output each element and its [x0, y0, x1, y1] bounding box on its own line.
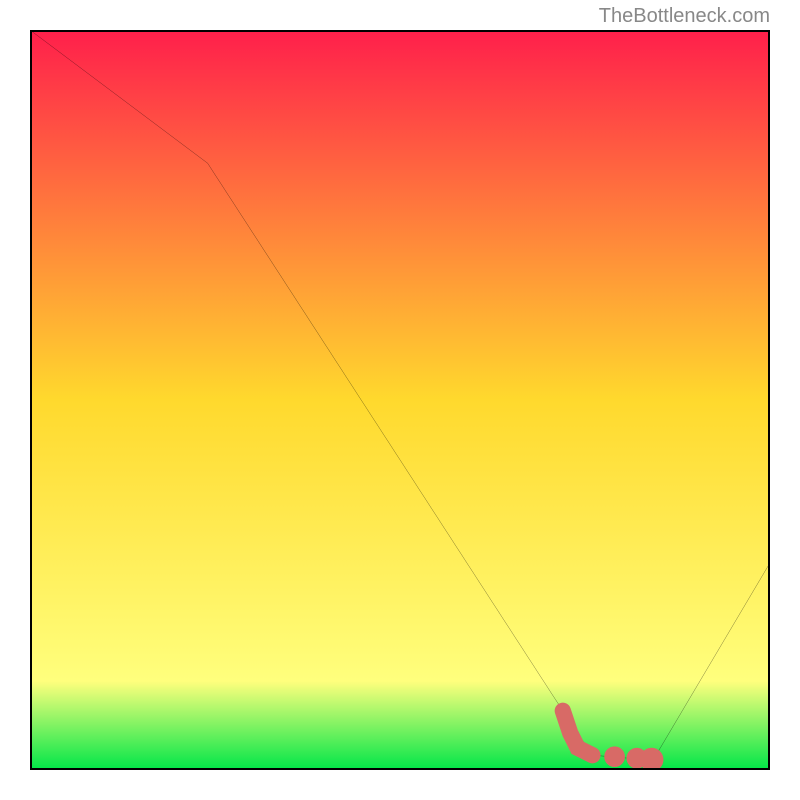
watermark-text: TheBottleneck.com — [599, 5, 770, 28]
highlighted-range-markers — [563, 711, 660, 768]
bottleneck-curve — [30, 30, 770, 763]
bottleneck-chart: TheBottleneck.com — [0, 0, 800, 800]
chart-line-layer — [30, 30, 770, 770]
